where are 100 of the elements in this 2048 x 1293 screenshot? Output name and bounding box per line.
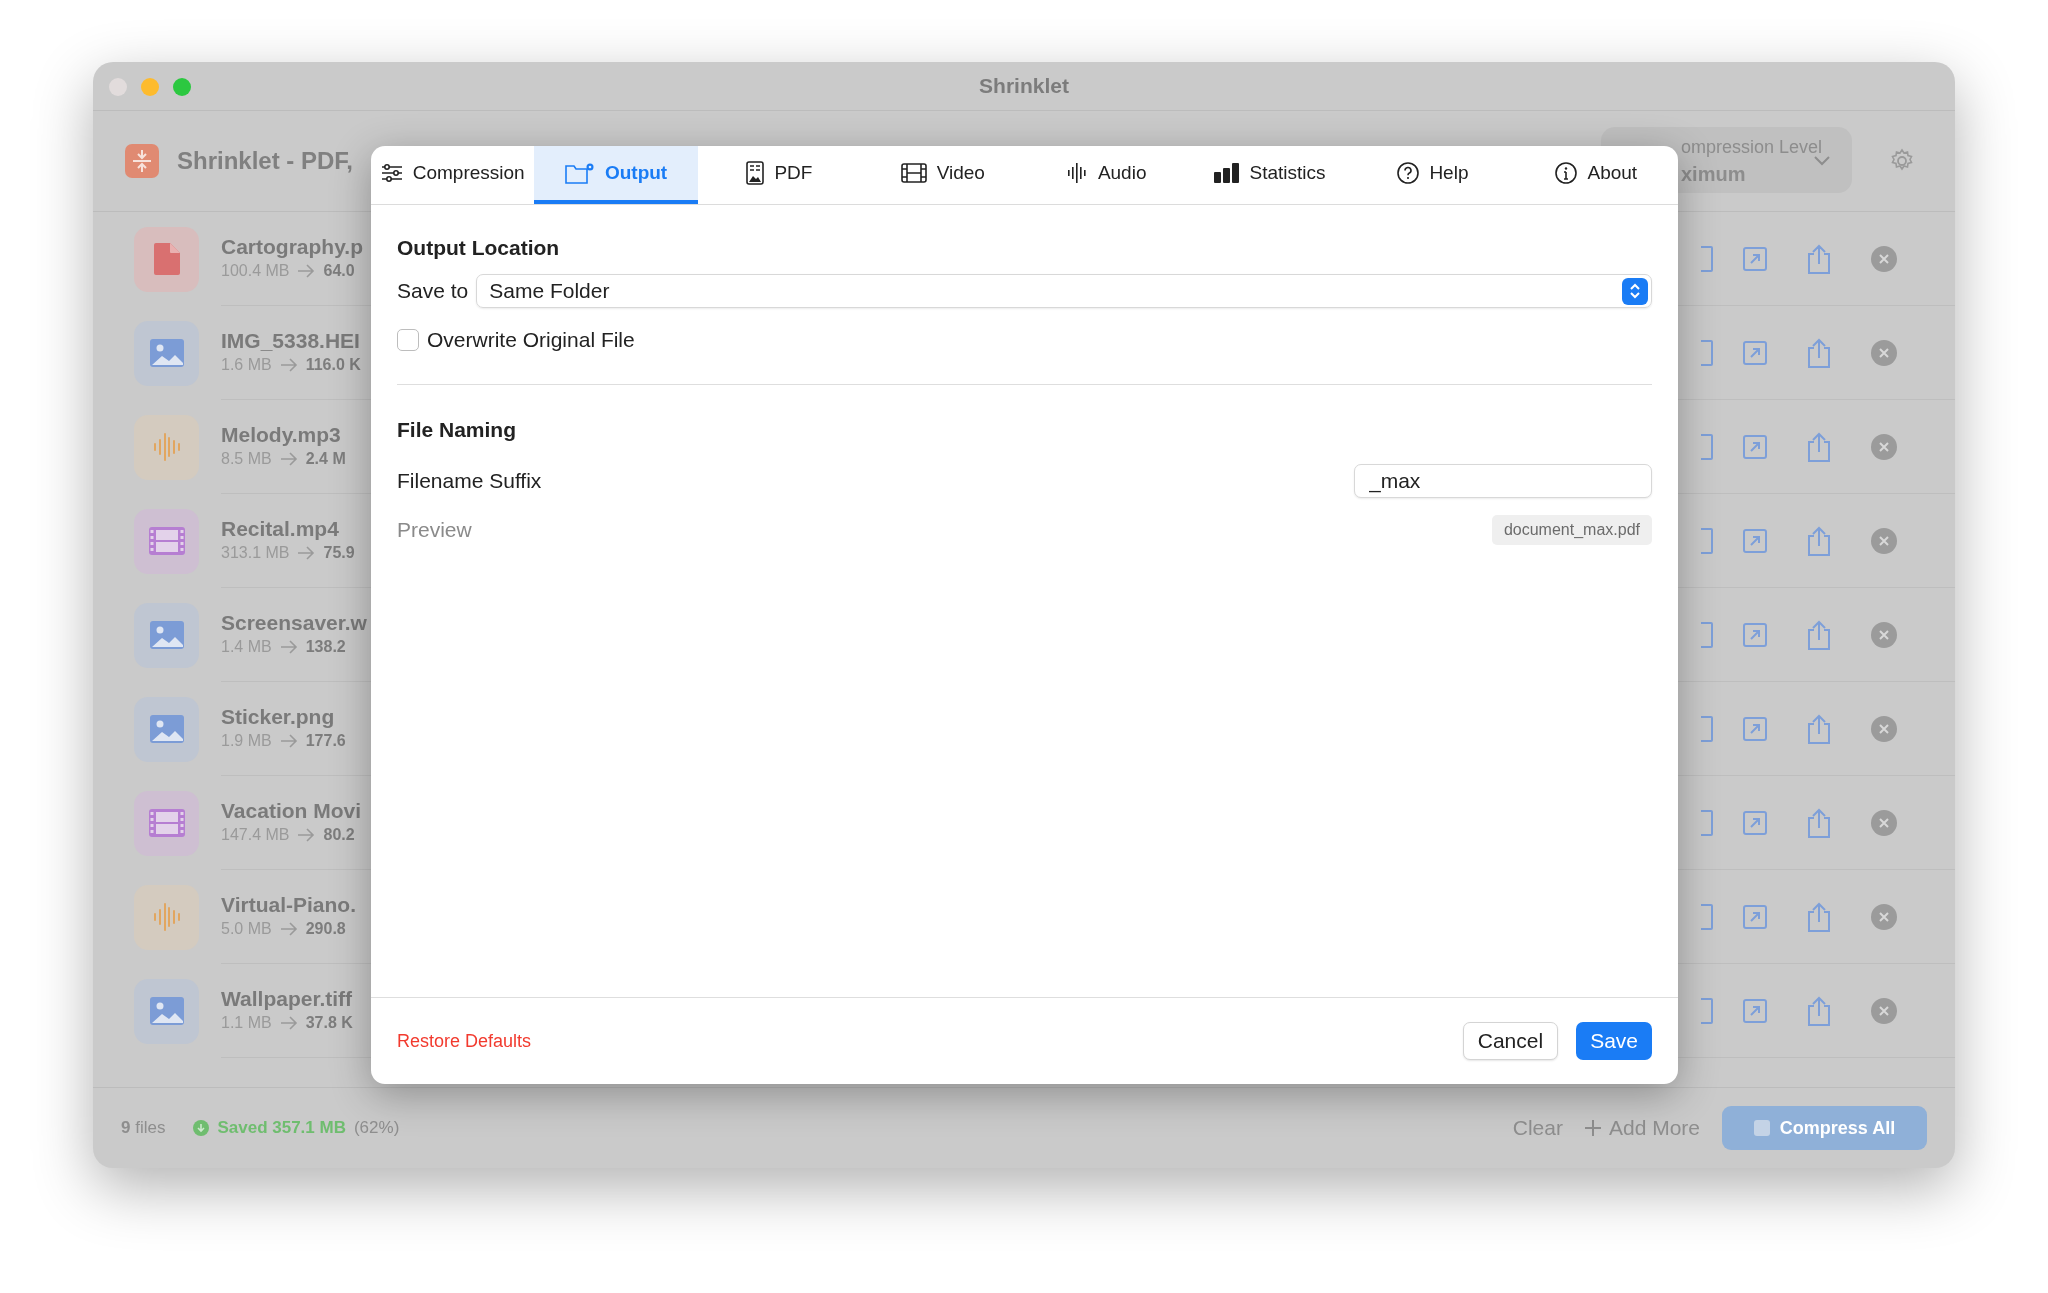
panel-icon[interactable] [1701,339,1713,366]
suffix-field[interactable]: _max [1354,463,1652,498]
window-title: Shrinklet [979,73,1069,100]
close-icon [1879,629,1889,640]
cancel-button[interactable]: Cancel [1462,1022,1559,1060]
arrow-right-icon [297,546,316,561]
compressed-size: 290.8 [305,919,346,940]
restore-defaults-link[interactable]: Restore Defaults [397,1027,532,1055]
close-icon [1879,817,1889,828]
panel-icon[interactable] [1701,997,1713,1024]
share-icon[interactable] [1807,431,1831,462]
saved-percent: (62%) [353,1117,400,1140]
open-external-icon[interactable] [1743,434,1767,459]
share-icon[interactable] [1807,337,1831,368]
compressed-size: 116.0 K [305,355,361,376]
remove-button[interactable] [1871,715,1897,742]
close-icon [1879,1005,1889,1016]
arrow-right-icon [279,922,298,937]
share-icon[interactable] [1807,619,1831,650]
share-icon[interactable] [1807,525,1831,556]
remove-button[interactable] [1871,903,1897,930]
folder-gear-icon [564,162,595,184]
open-external-icon[interactable] [1743,810,1767,835]
close-icon [1879,911,1889,922]
bar-chart-icon [1213,163,1240,183]
remove-button[interactable] [1871,997,1897,1024]
image-icon [148,996,185,1026]
open-external-icon[interactable] [1743,340,1767,365]
close-icon [1879,535,1889,546]
compressed-size: 64.0 [323,261,355,282]
compressed-size: 138.2 [305,637,346,658]
open-external-icon[interactable] [1743,528,1767,553]
close-button[interactable] [109,78,127,96]
section-heading: Output Location [397,235,561,261]
tab[interactable]: PDF [697,146,862,204]
document-icon [153,243,180,275]
field-label: Filename Suffix [397,468,542,495]
close-icon [1879,347,1889,358]
open-external-icon[interactable] [1743,716,1767,741]
save-to-dropdown[interactable]: Same Folder [476,274,1652,309]
arrow-right-icon [279,452,298,467]
close-icon [1879,441,1889,452]
open-external-icon[interactable] [1743,904,1767,929]
image-icon [148,714,185,744]
remove-button[interactable] [1871,433,1897,460]
compressed-size: 37.8 K [305,1013,353,1034]
image-icon [148,338,185,368]
share-icon[interactable] [1807,995,1831,1026]
arrow-right-icon [279,358,298,373]
preview-filename: document_max.pdf [1491,514,1652,545]
zoom-button[interactable] [173,78,191,96]
file-name: Virtual-Piano. [221,891,356,918]
remove-button[interactable] [1871,621,1897,648]
share-icon[interactable] [1807,243,1831,274]
film-icon [148,527,185,555]
tab[interactable]: Audio [1024,146,1188,204]
file-name: Sticker.png [221,703,336,730]
panel-icon[interactable] [1701,245,1713,272]
minimize-button[interactable] [141,78,159,96]
close-icon [1879,253,1889,264]
waveform-icon [151,432,182,462]
save-button[interactable]: Save [1576,1022,1652,1060]
panel-icon[interactable] [1701,621,1713,648]
open-external-icon[interactable] [1743,246,1767,271]
document-icon [746,161,765,185]
arrow-right-icon [279,734,298,749]
tab[interactable]: Compression [371,146,535,204]
image-icon [148,620,185,650]
remove-button[interactable] [1871,245,1897,272]
field-label: Preview [397,516,472,543]
film-icon [900,163,927,183]
remove-button[interactable] [1871,527,1897,554]
tab[interactable]: Video [861,146,1025,204]
tab[interactable]: Statistics [1187,146,1352,204]
panel-icon[interactable] [1701,715,1713,742]
waveform-icon [151,902,182,932]
arrow-right-icon [297,264,316,279]
panel-icon[interactable] [1701,903,1713,930]
checkbox[interactable] [397,328,419,351]
app-title: Shrinklet - PDF, [177,146,354,176]
field-label: Save to [397,278,469,305]
share-icon[interactable] [1807,807,1831,838]
stepper-icon [1629,282,1641,301]
arrow-right-icon [297,828,316,843]
arrow-right-icon [279,640,298,655]
panel-icon[interactable] [1701,527,1713,554]
tab[interactable]: Help [1351,146,1515,204]
chevron-down-icon [1814,156,1830,166]
file-name: Screensaver.w [221,609,367,636]
share-icon[interactable] [1807,713,1831,744]
panel-icon[interactable] [1701,809,1713,836]
panel-icon[interactable] [1701,433,1713,460]
open-external-icon[interactable] [1743,622,1767,647]
remove-button[interactable] [1871,339,1897,366]
open-external-icon[interactable] [1743,998,1767,1023]
file-name: Vacation Movi [221,797,362,824]
section-heading: File Naming [397,416,518,442]
share-icon[interactable] [1807,901,1831,932]
remove-button[interactable] [1871,809,1897,836]
file-name: IMG_5338.HEI [221,327,361,354]
